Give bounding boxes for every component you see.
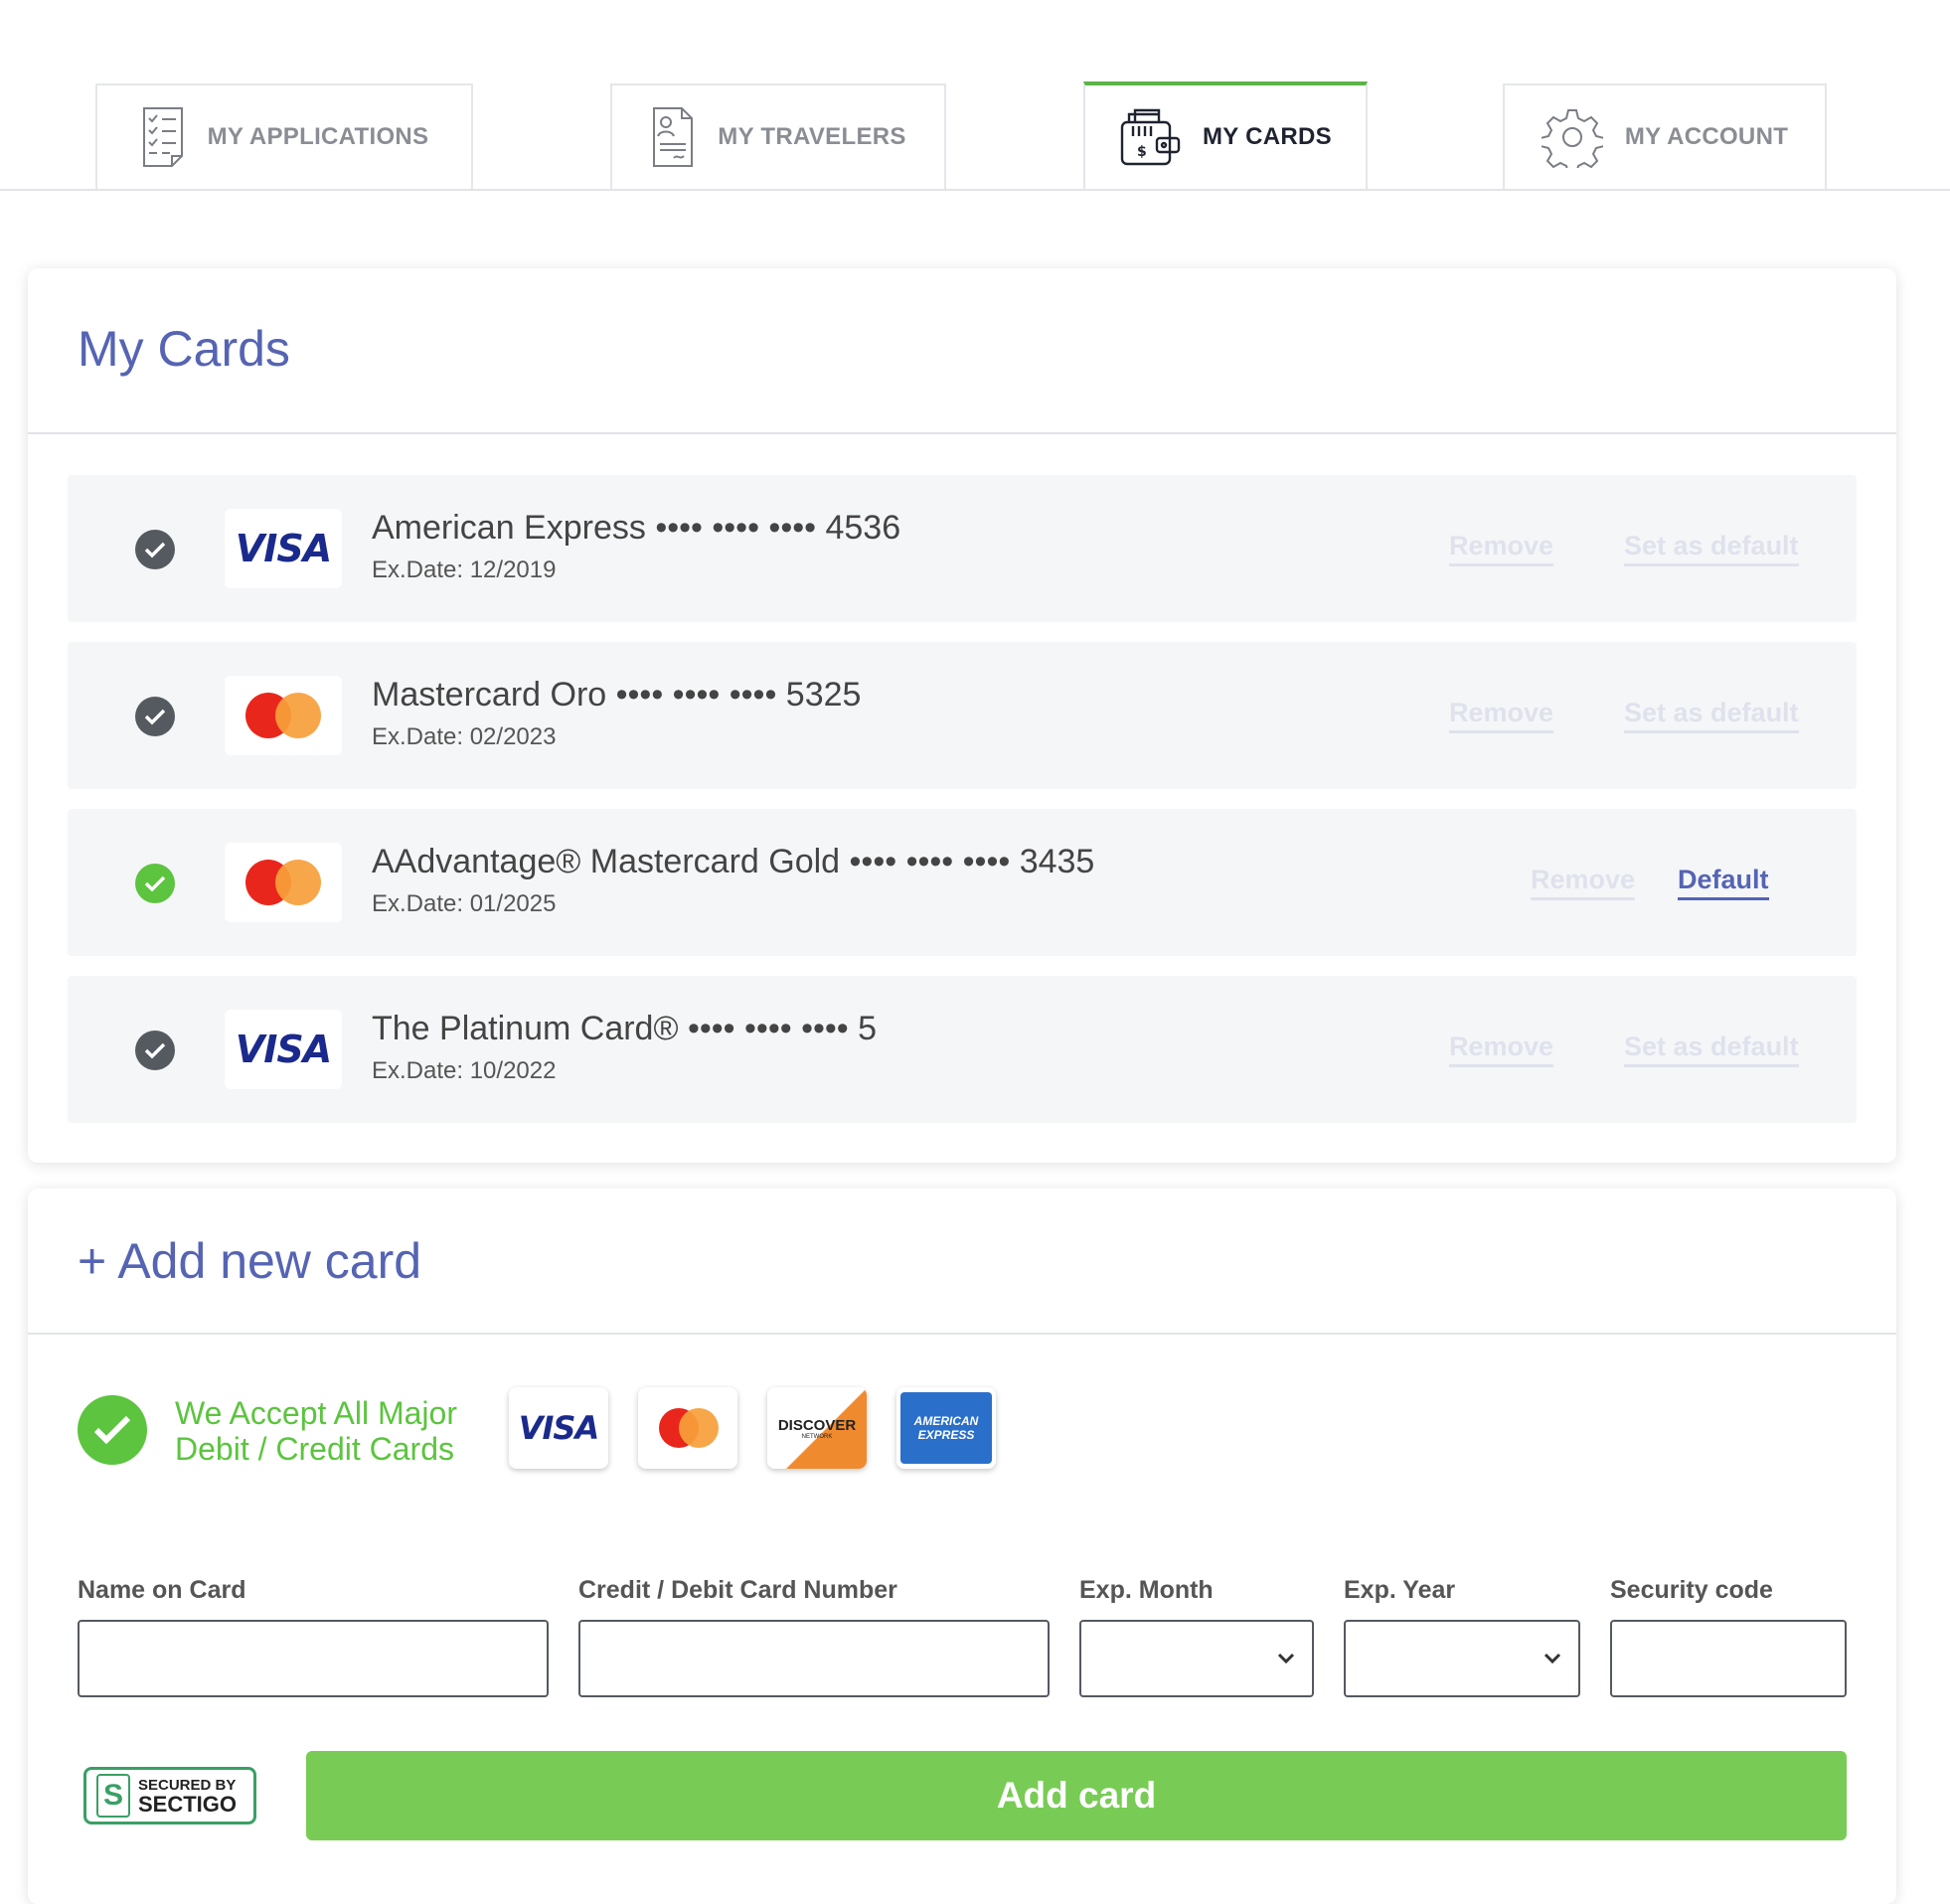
security-code-label: Security code: [1610, 1576, 1773, 1604]
exp-month-select[interactable]: [1079, 1620, 1314, 1697]
card-expiry: Ex.Date: 02/2023: [372, 723, 557, 750]
tab-bar: MY APPLICATIONS MY TRAVELERS $ MY CARDS: [0, 0, 1950, 191]
my-cards-panel: My Cards VISA American Express •••• ••••…: [28, 268, 1896, 1163]
card-row: AAdvantage® Mastercard Gold •••• •••• ••…: [68, 809, 1857, 956]
gear-icon: [1541, 106, 1603, 168]
discover-logo: DISCOVER NETWORK: [767, 1387, 867, 1469]
tab-my-applications[interactable]: MY APPLICATIONS: [95, 83, 473, 189]
card-expiry: Ex.Date: 12/2019: [372, 556, 557, 583]
card-number-label: Credit / Debit Card Number: [578, 1576, 897, 1604]
check-circle-icon[interactable]: [135, 1031, 175, 1070]
traveler-document-icon: [650, 106, 696, 168]
svg-text:$: $: [1137, 144, 1147, 160]
card-row: VISA American Express •••• •••• •••• 453…: [68, 475, 1857, 622]
mastercard-logo: [225, 676, 342, 755]
card-name: American Express •••• •••• •••• 4536: [372, 509, 901, 547]
chevron-down-icon: [1277, 1653, 1295, 1665]
visa-logo: VISA: [225, 1010, 342, 1089]
exp-year-select[interactable]: [1344, 1620, 1580, 1697]
panel-title: My Cards: [78, 321, 290, 377]
check-circle-icon[interactable]: [135, 530, 175, 569]
name-label: Name on Card: [78, 1576, 246, 1604]
set-default-link[interactable]: Set as default: [1624, 531, 1799, 566]
default-label: Default: [1678, 865, 1769, 900]
wallet-cards-icon: $: [1119, 106, 1181, 168]
remove-link[interactable]: Remove: [1449, 698, 1554, 733]
add-card-button[interactable]: Add card: [306, 1751, 1847, 1840]
tab-label: MY CARDS: [1203, 123, 1332, 150]
tab-label: MY ACCOUNT: [1624, 123, 1789, 150]
accepted-cards-text: We Accept All Major Debit / Credit Cards: [175, 1395, 457, 1467]
tab-label: MY APPLICATIONS: [207, 123, 429, 150]
divider: [28, 432, 1896, 434]
name-on-card-input[interactable]: [78, 1620, 549, 1697]
tab-label: MY TRAVELERS: [718, 123, 906, 150]
remove-link[interactable]: Remove: [1531, 865, 1636, 900]
american-express-logo: AMERICAN EXPRESS: [896, 1387, 996, 1469]
mastercard-logo: [638, 1387, 737, 1469]
tab-my-travelers[interactable]: MY TRAVELERS: [610, 83, 946, 189]
check-circle-icon: [78, 1395, 147, 1465]
card-expiry: Ex.Date: 01/2025: [372, 890, 557, 917]
visa-logo: VISA: [509, 1387, 608, 1469]
tab-my-account[interactable]: MY ACCOUNT: [1503, 83, 1827, 189]
card-row: VISA The Platinum Card® •••• •••• •••• 5…: [68, 976, 1857, 1123]
sectigo-badge: S SECURED BY SECTIGO: [83, 1767, 256, 1825]
card-name: Mastercard Oro •••• •••• •••• 5325: [372, 676, 862, 714]
remove-link[interactable]: Remove: [1449, 1031, 1554, 1067]
card-row: Mastercard Oro •••• •••• •••• 5325 Ex.Da…: [68, 642, 1857, 789]
card-name: AAdvantage® Mastercard Gold •••• •••• ••…: [372, 843, 1095, 880]
exp-month-label: Exp. Month: [1079, 1576, 1214, 1604]
card-expiry: Ex.Date: 10/2022: [372, 1057, 557, 1084]
sectigo-logo-icon: S: [96, 1774, 130, 1818]
chevron-down-icon: [1544, 1653, 1561, 1665]
visa-logo: VISA: [225, 509, 342, 588]
set-default-link[interactable]: Set as default: [1624, 698, 1799, 733]
security-code-input[interactable]: [1610, 1620, 1847, 1697]
mastercard-logo: [225, 843, 342, 922]
tab-my-cards[interactable]: $ MY CARDS: [1083, 81, 1368, 189]
check-circle-icon[interactable]: [135, 864, 175, 903]
exp-year-label: Exp. Year: [1344, 1576, 1456, 1604]
check-circle-icon[interactable]: [135, 697, 175, 736]
divider: [28, 1333, 1896, 1335]
set-default-link[interactable]: Set as default: [1624, 1031, 1799, 1067]
add-card-panel: + Add new card We Accept All Major Debit…: [28, 1189, 1896, 1904]
remove-link[interactable]: Remove: [1449, 531, 1554, 566]
panel-title: + Add new card: [78, 1233, 422, 1289]
card-number-input[interactable]: [578, 1620, 1050, 1697]
card-name: The Platinum Card® •••• •••• •••• 5: [372, 1010, 878, 1047]
checklist-icon: [140, 106, 186, 168]
